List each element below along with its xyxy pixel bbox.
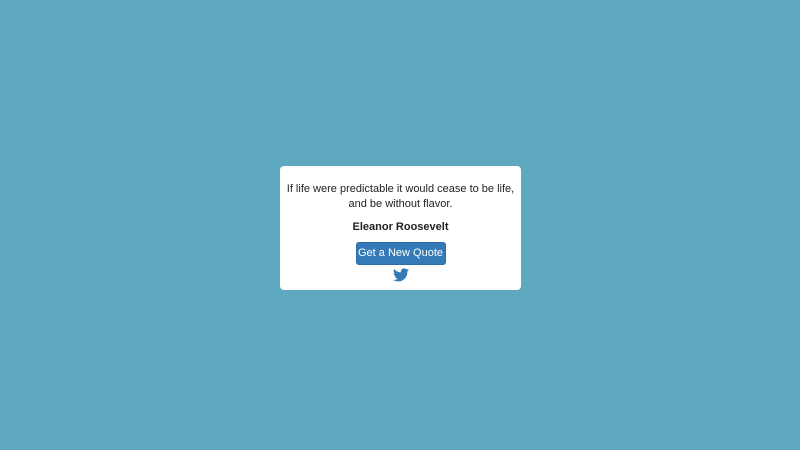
quote-text: If life were predictable it would cease … — [280, 166, 521, 212]
quote-line-1: If life were predictable it would cease … — [286, 183, 515, 195]
quote-line-2: and be without flavor. — [348, 198, 453, 210]
twitter-bird-icon — [392, 268, 409, 282]
new-quote-button[interactable]: Get a New Quote — [355, 242, 446, 265]
quote-author: Eleanor Roosevelt — [352, 221, 449, 233]
quote-card: If life were predictable it would cease … — [280, 166, 521, 290]
tweet-quote-link[interactable] — [392, 268, 409, 282]
